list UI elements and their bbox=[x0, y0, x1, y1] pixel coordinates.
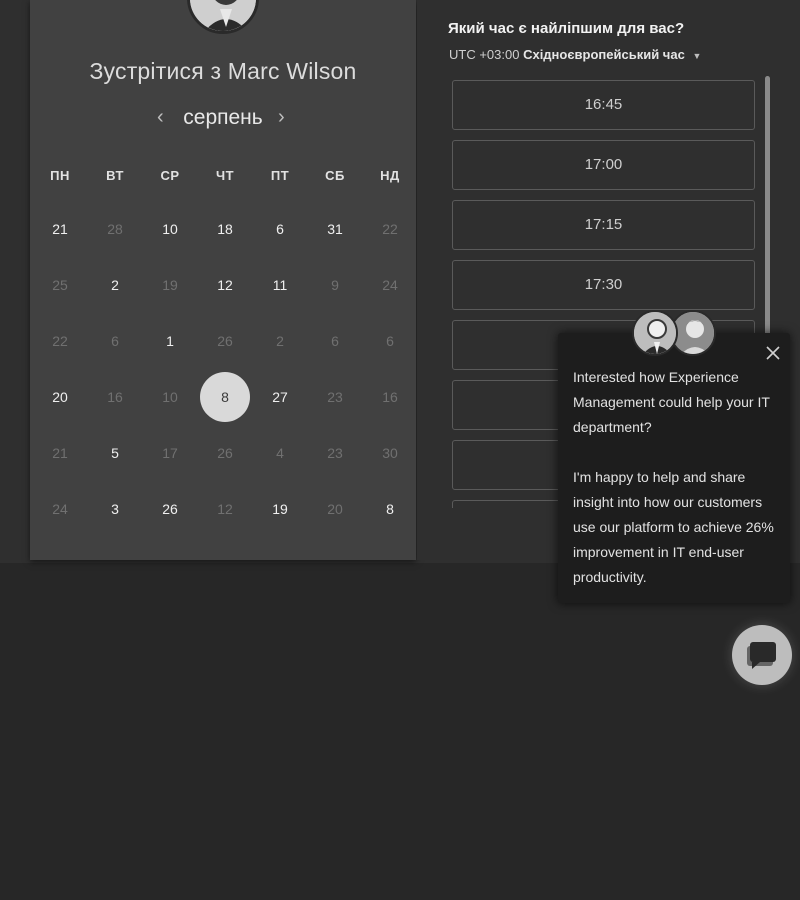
calendar-day: 26 bbox=[217, 445, 233, 461]
calendar-day: 19 bbox=[162, 277, 178, 293]
chat-launcher-button[interactable] bbox=[732, 625, 792, 685]
agent-avatar-1 bbox=[632, 310, 678, 356]
weekday-label: СБ bbox=[325, 168, 345, 183]
calendar-day: 16 bbox=[382, 389, 398, 405]
calendar-day: 17 bbox=[162, 445, 178, 461]
calendar-day[interactable]: 1 bbox=[143, 331, 197, 351]
chat-popup: Interested how Experience Management cou… bbox=[558, 333, 790, 603]
calendar-day[interactable]: 3 bbox=[88, 499, 142, 519]
weekday-label: ВТ bbox=[106, 168, 124, 183]
calendar-day[interactable]: 27 bbox=[253, 387, 307, 407]
timezone-offset: UTC +03:00 bbox=[449, 47, 520, 62]
calendar-day: 6 bbox=[386, 333, 394, 349]
weekday-label: ПТ bbox=[270, 168, 290, 183]
month-label: серпень bbox=[183, 106, 263, 129]
calendar-panel: Зустрітися з Marc Wilson ‹ серпень › ПН В… bbox=[30, 0, 416, 560]
calendar-day: 22 bbox=[52, 333, 68, 349]
calendar-day[interactable]: 2 bbox=[88, 275, 142, 295]
calendar-day: 16 bbox=[107, 389, 123, 405]
calendar-day[interactable]: 8 bbox=[363, 499, 417, 519]
calendar-day[interactable]: 26 bbox=[143, 499, 197, 519]
calendar-day-selected[interactable]: 8 bbox=[200, 372, 250, 422]
time-slot-button[interactable]: 16:45 bbox=[452, 80, 755, 130]
calendar-day[interactable]: 18 bbox=[198, 219, 252, 239]
calendar-day: 23 bbox=[327, 389, 343, 405]
popup-message-2: I'm happy to help and share insight into… bbox=[573, 469, 774, 585]
close-icon[interactable] bbox=[764, 344, 782, 362]
calendar-day[interactable]: 21 bbox=[33, 219, 87, 239]
calendar-day[interactable]: 6 bbox=[253, 219, 307, 239]
time-slot-button[interactable]: 17:15 bbox=[452, 200, 755, 250]
calendar-day: 25 bbox=[52, 277, 68, 293]
time-slot-scrollbar[interactable] bbox=[765, 76, 770, 346]
calendar-day[interactable]: 19 bbox=[253, 499, 307, 519]
calendar-day: 6 bbox=[331, 333, 339, 349]
next-month-button[interactable]: › bbox=[278, 106, 285, 129]
timezone-name: Східноєвропейський час bbox=[523, 47, 685, 62]
host-avatar bbox=[187, 0, 259, 34]
calendar-day: 2 bbox=[276, 333, 284, 349]
calendar-day: 20 bbox=[327, 501, 343, 517]
calendar-day: 4 bbox=[276, 445, 284, 461]
calendar-day: 10 bbox=[162, 389, 178, 405]
calendar-day[interactable]: 20 bbox=[33, 387, 87, 407]
month-navigation: ‹ серпень › bbox=[30, 106, 416, 130]
weekday-label: ПН bbox=[50, 168, 70, 183]
calendar-day: 9 bbox=[331, 277, 339, 293]
calendar-day: 12 bbox=[217, 501, 233, 517]
calendar-day: 23 bbox=[327, 445, 343, 461]
meet-title: Зустрітися з Marc Wilson bbox=[89, 58, 357, 84]
time-slot-button[interactable]: 17:30 bbox=[452, 260, 755, 310]
calendar-day: 21 bbox=[52, 445, 68, 461]
weekday-label: СР bbox=[160, 168, 180, 183]
calendar-day[interactable]: 5 bbox=[88, 443, 142, 463]
prev-month-button[interactable]: ‹ bbox=[157, 106, 164, 129]
calendar-day: 26 bbox=[217, 333, 233, 349]
calendar-day[interactable]: 11 bbox=[253, 275, 307, 295]
weekday-label: ЧТ bbox=[215, 168, 235, 183]
weekday-label: НД bbox=[380, 168, 400, 183]
calendar-day: 24 bbox=[52, 501, 68, 517]
calendar-day[interactable]: 12 bbox=[198, 275, 252, 295]
calendar-day: 28 bbox=[107, 221, 123, 237]
calendar-day[interactable]: 31 bbox=[308, 219, 362, 239]
calendar-day: 6 bbox=[111, 333, 119, 349]
calendar-day[interactable]: 10 bbox=[143, 219, 197, 239]
chevron-down-icon: ▼ bbox=[692, 51, 702, 61]
popup-message-1: Interested how Experience Management cou… bbox=[573, 369, 770, 435]
calendar-day: 30 bbox=[382, 445, 398, 461]
calendar-day: 22 bbox=[382, 221, 398, 237]
chat-bubble-icon bbox=[747, 642, 776, 669]
calendar-day: 24 bbox=[382, 277, 398, 293]
timezone-selector[interactable]: UTC +03:00 Східноєвропейський час ▼ bbox=[449, 47, 701, 62]
time-question: Який час є найліпшим для вас? bbox=[448, 20, 685, 37]
time-slot-button[interactable]: 17:00 bbox=[452, 140, 755, 190]
